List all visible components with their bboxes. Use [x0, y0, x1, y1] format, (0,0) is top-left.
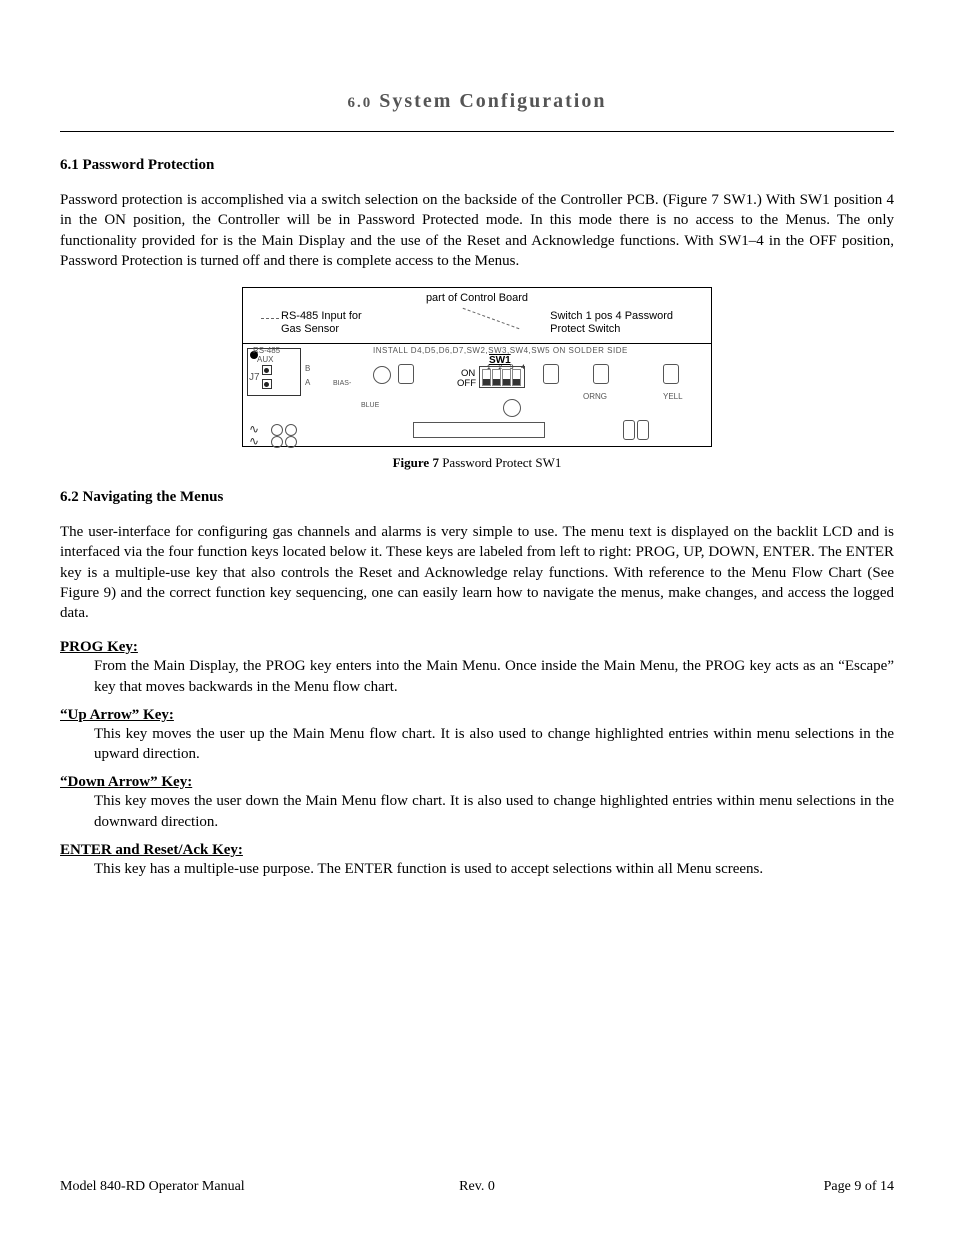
component-cap-2 — [543, 364, 559, 384]
heading-6-1: 6.1 Password Protection — [60, 157, 894, 174]
bias-text: BIAS- — [333, 380, 351, 387]
component-circle-2 — [503, 399, 521, 417]
yell-text: YELL — [663, 392, 683, 401]
pin-b — [262, 365, 272, 375]
page-container: 6.0 System Configuration 6.1 Password Pr… — [0, 0, 954, 1235]
prog-key-label: PROG Key: — [60, 639, 894, 656]
enter-key-label: ENTER and Reset/Ack Key: — [60, 842, 894, 859]
fig-part-label: part of Control Board — [243, 292, 711, 304]
section-number: 6.0 — [348, 95, 373, 111]
figure-7-pcb: INSTALL D4,D5,D6,D7,SW2,SW3,SW4,SW5 ON S… — [243, 344, 711, 448]
figure-7-caption-bold: Figure 7 — [393, 455, 439, 470]
blue-text: BLUE — [361, 402, 379, 409]
figure-7: part of Control Board RS-485 Input for G… — [60, 287, 894, 447]
footer-center: Rev. 0 — [60, 1179, 894, 1195]
tiny-circle-1 — [271, 424, 283, 436]
down-key-desc: This key moves the user down the Main Me… — [94, 791, 894, 832]
fig-left-label: RS-485 Input for Gas Sensor — [281, 310, 362, 336]
fig-right-label-2: Protect Switch — [550, 323, 620, 335]
pcb-install-text: INSTALL D4,D5,D6,D7,SW2,SW3,SW4,SW5 ON S… — [373, 346, 628, 355]
fig-right-label-1: Switch 1 pos 4 Password — [550, 310, 673, 322]
figure-7-caption-text: Password Protect SW1 — [439, 455, 561, 470]
fig-left-label-1: RS-485 Input for — [281, 310, 362, 322]
leader-line-left — [261, 318, 279, 319]
page-footer: Model 840-RD Operator Manual Rev. 0 Page… — [60, 1179, 894, 1195]
a-text: A — [305, 378, 310, 387]
enter-key-desc: This key has a multiple-use purpose. The… — [94, 859, 894, 879]
aux-text: AUX — [257, 355, 273, 364]
fig-left-label-2: Gas Sensor — [281, 323, 339, 335]
leader-line-right — [463, 308, 520, 329]
b-text: B — [305, 364, 310, 373]
rs485-text: RS-485 — [253, 346, 280, 355]
figure-7-caption: Figure 7 Password Protect SW1 — [60, 455, 894, 471]
fig-right-label: Switch 1 pos 4 Password Protect Switch — [550, 310, 673, 336]
section-title: System Configuration — [379, 90, 606, 112]
tiny-circle-3 — [271, 436, 283, 448]
tiny-circle-4 — [285, 436, 297, 448]
paragraph-6-2: The user-interface for configuring gas c… — [60, 522, 894, 623]
prog-key-desc: From the Main Display, the PROG key ente… — [94, 656, 894, 697]
component-cap-1 — [398, 364, 414, 384]
chapter-heading: 6.0 System Configuration — [60, 90, 894, 113]
up-key-label: “Up Arrow” Key: — [60, 707, 894, 724]
down-key-label: “Down Arrow” Key: — [60, 774, 894, 791]
tiny-circle-2 — [285, 424, 297, 436]
paragraph-6-1: Password protection is accomplished via … — [60, 190, 894, 271]
heading-6-2: 6.2 Navigating the Menus — [60, 489, 894, 506]
component-cap-5 — [623, 420, 635, 440]
j7-text: J7 — [249, 372, 260, 383]
up-key-desc: This key moves the user up the Main Menu… — [94, 724, 894, 765]
component-cap-6 — [637, 420, 649, 440]
wave-icon-2: ∿ — [249, 434, 259, 448]
figure-7-top: part of Control Board RS-485 Input for G… — [243, 288, 711, 344]
component-cap-3 — [593, 364, 609, 384]
orng-text: ORNG — [583, 392, 607, 401]
figure-7-frame: part of Control Board RS-485 Input for G… — [242, 287, 712, 447]
pin-a — [262, 379, 272, 389]
component-cap-4 — [663, 364, 679, 384]
dip-switch-sw1 — [479, 366, 525, 388]
long-rect-component — [413, 422, 545, 438]
header-rule — [60, 131, 894, 132]
off-text: OFF — [457, 378, 476, 389]
component-circle-1 — [373, 366, 391, 384]
